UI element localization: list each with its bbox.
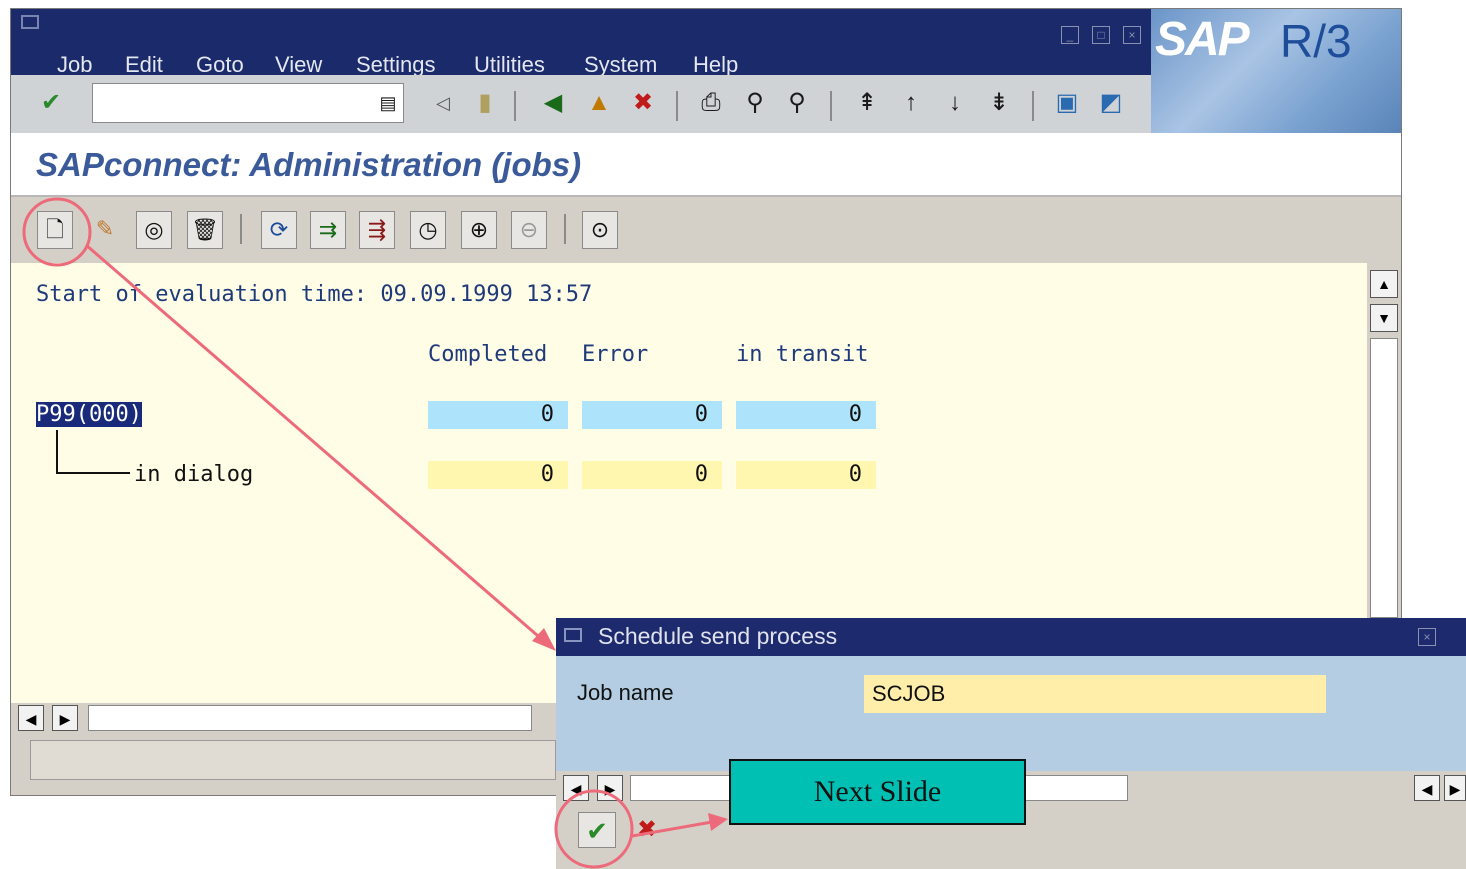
toolbar-separator bbox=[564, 214, 566, 244]
print-icon[interactable]: ⎙ bbox=[696, 88, 726, 118]
find-next-icon[interactable]: ⚲ bbox=[782, 88, 812, 118]
command-collapse-icon[interactable]: ◁ bbox=[428, 88, 458, 118]
in-transit-count-cell[interactable]: 0 bbox=[736, 401, 876, 429]
toolbar-separator bbox=[830, 91, 832, 121]
close-icon[interactable]: × bbox=[1123, 26, 1141, 44]
enter-check-icon[interactable]: ✔ bbox=[36, 88, 66, 118]
dialog-node-label[interactable]: in dialog bbox=[134, 462, 253, 487]
window-menu-icon[interactable] bbox=[21, 15, 39, 29]
change-icon[interactable]: ✎ bbox=[87, 211, 123, 249]
refresh-icon[interactable]: ⟳ bbox=[261, 211, 297, 249]
send-icon[interactable]: ⇉ bbox=[310, 211, 346, 249]
menubar: Job Edit Goto View Settings Utilities Sy… bbox=[11, 9, 1151, 77]
vertical-scroll-thumb[interactable] bbox=[1370, 338, 1398, 618]
toolbar-separator bbox=[514, 91, 516, 121]
previous-page-icon[interactable]: ↑ bbox=[896, 88, 926, 118]
execute-icon[interactable]: ⊙ bbox=[582, 211, 618, 249]
close-icon[interactable]: × bbox=[1418, 628, 1436, 646]
send-process-icon[interactable]: ⇶ bbox=[359, 211, 395, 249]
display-icon[interactable]: ◎ bbox=[136, 211, 172, 249]
schedule-icon[interactable]: ◷ bbox=[410, 211, 446, 249]
zoom-in-icon[interactable]: ⊕ bbox=[461, 211, 497, 249]
next-slide-callout[interactable]: Next Slide bbox=[729, 759, 1026, 825]
command-field[interactable] bbox=[92, 83, 404, 123]
command-history-icon[interactable]: ▤ bbox=[373, 88, 403, 118]
dialog-title: Schedule send process bbox=[598, 623, 838, 649]
shortcut-icon[interactable]: ◩ bbox=[1096, 88, 1126, 118]
toolbar-separator bbox=[240, 214, 242, 244]
completed-count-cell[interactable]: 0 bbox=[428, 461, 568, 489]
column-header-error: Error bbox=[582, 342, 649, 367]
job-name-field[interactable] bbox=[864, 675, 1326, 713]
scroll-right-icon[interactable]: ▶ bbox=[52, 705, 78, 731]
scroll-left-icon[interactable]: ◀ bbox=[563, 775, 589, 801]
last-page-icon[interactable]: ⇟ bbox=[984, 88, 1014, 118]
sap-logo-product: R/3 bbox=[1280, 15, 1352, 67]
page-title: SAPconnect: Administration (jobs) bbox=[36, 146, 582, 183]
in-transit-count-cell[interactable]: 0 bbox=[736, 461, 876, 489]
sap-logo-brand: SAP bbox=[1155, 13, 1250, 66]
minimize-icon[interactable]: _ bbox=[1061, 26, 1079, 44]
confirm-check-icon[interactable]: ✔ bbox=[578, 812, 616, 848]
cancel-icon[interactable]: ✖ bbox=[628, 88, 658, 118]
error-count-cell[interactable]: 0 bbox=[582, 461, 722, 489]
create-session-icon[interactable]: ▣ bbox=[1052, 88, 1082, 118]
scroll-up-icon[interactable]: ▲ bbox=[1370, 270, 1398, 298]
job-name-label: Job name bbox=[577, 680, 674, 705]
scroll-left-icon[interactable]: ◀ bbox=[18, 705, 44, 731]
delete-icon[interactable]: 🗑 bbox=[187, 211, 223, 249]
next-page-icon[interactable]: ↓ bbox=[940, 88, 970, 118]
toolbar-separator bbox=[1032, 91, 1034, 121]
completed-count-cell[interactable]: 0 bbox=[428, 401, 568, 429]
first-page-icon[interactable]: ⇞ bbox=[852, 88, 882, 118]
tree-connector bbox=[56, 430, 58, 474]
find-icon[interactable]: ⚲ bbox=[740, 88, 770, 118]
cancel-icon[interactable]: ✖ bbox=[630, 812, 664, 848]
system-node-label[interactable]: P99(000) bbox=[36, 402, 142, 427]
scroll-left-icon[interactable]: ◀ bbox=[1414, 775, 1440, 801]
tree-connector bbox=[56, 472, 130, 474]
create-icon[interactable]: 🗋 bbox=[37, 211, 73, 249]
status-bar bbox=[30, 740, 556, 780]
save-icon[interactable]: ▮ bbox=[470, 88, 500, 118]
zoom-out-icon[interactable]: ⊖ bbox=[511, 211, 547, 249]
scroll-down-icon[interactable]: ▼ bbox=[1370, 304, 1398, 332]
scroll-right-icon[interactable]: ▶ bbox=[597, 775, 623, 801]
toolbar-separator bbox=[676, 91, 678, 121]
evaluation-time-text: Start of evaluation time: 09.09.1999 13:… bbox=[36, 282, 593, 307]
window-menu-icon[interactable] bbox=[564, 628, 582, 642]
dialog-body bbox=[556, 656, 1466, 771]
column-header-in-transit: in transit bbox=[736, 342, 869, 367]
scroll-right-icon[interactable]: ▶ bbox=[1444, 775, 1466, 801]
error-count-cell[interactable]: 0 bbox=[582, 401, 722, 429]
horizontal-scroll-thumb[interactable] bbox=[88, 705, 532, 731]
column-header-completed: Completed bbox=[428, 342, 548, 367]
maximize-icon[interactable]: □ bbox=[1092, 26, 1110, 44]
back-icon[interactable]: ◀ bbox=[538, 88, 568, 118]
exit-icon[interactable]: ▲ bbox=[584, 88, 614, 118]
